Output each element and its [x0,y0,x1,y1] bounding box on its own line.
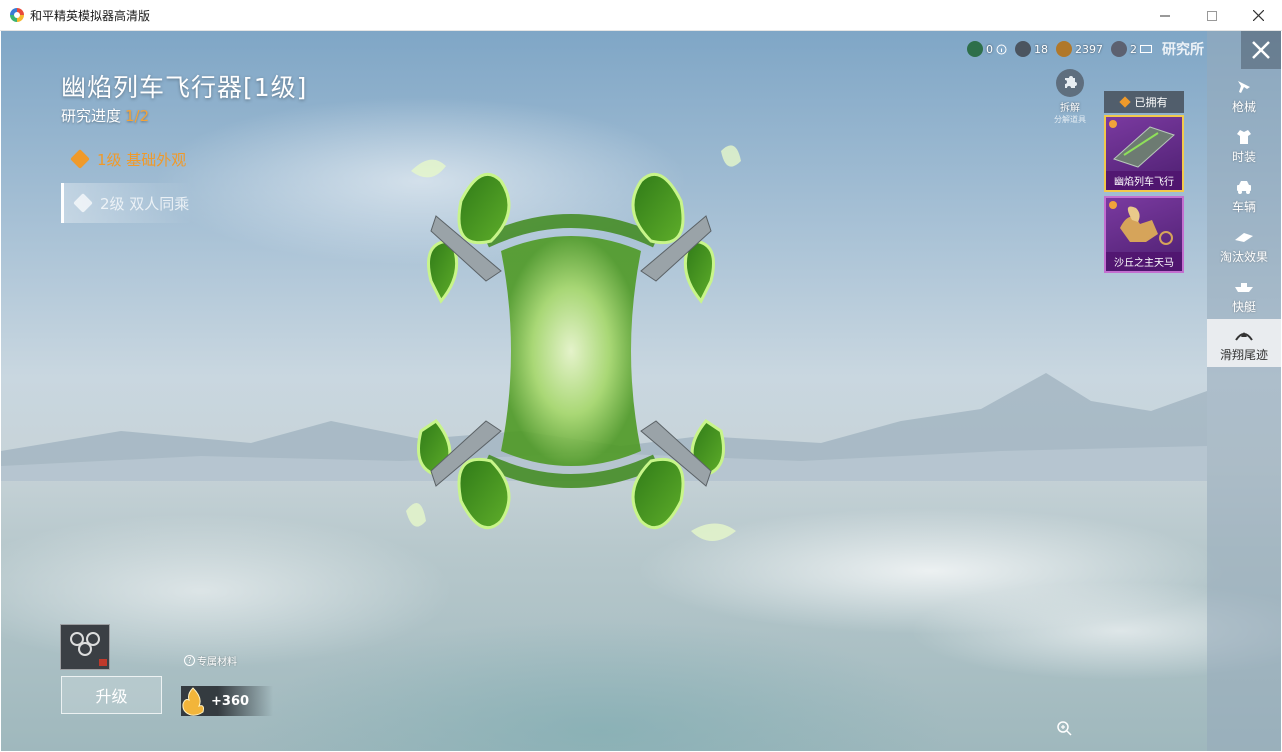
tier-badge-icon [967,41,983,57]
window-close-button[interactable] [1235,0,1282,31]
material-label-text: 专属材料 [197,657,237,668]
sidebar-item-label: 枪械 [1231,100,1256,114]
sidebar-item-elimination-effects[interactable]: 淘汰效果 [1207,221,1281,269]
level-2-label: 2级 双人同乘 [100,194,190,213]
quality-badge-icon [1109,201,1117,209]
sidebar-item-speedboats[interactable]: 快艇 [1207,271,1281,319]
research-progress-label: 研究进度 [61,107,122,125]
decompose-label: 拆解 [1060,103,1080,114]
research-progress: 研究进度 1/2 [61,105,149,126]
exclusive-material-label[interactable]: ? 专属材料 [184,653,237,668]
material-count: +360 [181,686,273,716]
owned-header: 已拥有 [1104,91,1184,113]
diamond-icon [73,193,93,213]
level-1-label: 1级 基础外观 [97,150,187,169]
currency-ticket-value: 2 [1130,42,1137,56]
sidebar-item-guns[interactable]: 枪械 [1207,71,1281,119]
close-icon [1253,10,1264,21]
decompose-sub: 分解道具 [1054,115,1086,124]
window-titlebar: 和平精英模拟器高清版 [0,0,1282,31]
research-lab-label[interactable]: 研究所 [1162,39,1204,59]
flame-material-icon [182,687,204,716]
owned-item-label: 沙丘之主天马 [1106,252,1182,271]
sidebar-item-label: 时装 [1231,150,1256,164]
info-icon[interactable] [996,44,1007,55]
gun-icon [1238,81,1250,93]
owned-item-card[interactable]: 幽焰列车飞行 [1104,115,1184,192]
item-thumbnail[interactable] [60,624,110,670]
currency-emblem-value: 18 [1034,42,1048,56]
research-progress-value: 1/2 [125,107,150,125]
close-button[interactable] [1241,31,1281,69]
game-viewport: 幽焰列车飞行器[1级] 研究进度 1/2 1级 基础外观 2级 双人同乘 0 18… [1,31,1281,751]
level-1-tab[interactable]: 1级 基础外观 [61,139,193,179]
app-logo-icon [10,8,24,22]
minimize-icon [1159,15,1170,16]
material-value: +360 [211,693,250,709]
glider-trail-model [406,145,741,541]
currency-coin-value: 2397 [1075,42,1103,56]
sidebar-item-label: 快艇 [1231,300,1256,314]
glider-thumbnail-icon [70,632,107,666]
speedboat-icon [1235,283,1253,292]
puzzle-icon [1056,69,1084,97]
currency-tier: 0 [967,41,1007,57]
currency-emblem: 18 [1015,41,1048,57]
maximize-icon [1206,10,1217,21]
ticket-icon [1111,41,1127,57]
sidebar-item-outfits[interactable]: 时装 [1207,121,1281,169]
sidebar-item-label: 滑翔尾迹 [1219,348,1268,362]
owned-item-label: 幽焰列车飞行 [1106,171,1182,190]
glider-trail-icon [1235,332,1253,341]
currency-bar: 0 18 2397 2 研究所 [967,39,1204,59]
pegasus-thumbnail-icon [1120,206,1173,245]
zoom-icon[interactable] [1056,720,1072,736]
window-controls [1141,0,1282,31]
elimination-effect-icon [1235,233,1253,242]
currency-tier-value: 0 [986,42,993,56]
sidebar-item-vehicles[interactable]: 车辆 [1207,171,1281,219]
outfit-icon [1237,130,1251,144]
sidebar-item-label: 车辆 [1231,200,1256,214]
maximize-button[interactable] [1188,0,1235,31]
sidebar-item-label: 淘汰效果 [1219,250,1268,264]
upgrade-button[interactable]: 升级 [61,676,162,714]
coin-icon [1056,41,1072,57]
owned-header-label: 已拥有 [1134,96,1168,109]
close-icon [1252,41,1270,59]
train-glider-thumbnail-icon [1113,126,1175,168]
quality-badge-icon [1109,120,1117,128]
diamond-icon [1118,96,1131,108]
minimize-button[interactable] [1141,0,1188,31]
sidebar-item-glider-trails[interactable]: 滑翔尾迹 [1207,319,1281,367]
item-title: 幽焰列车飞行器[1级] [61,73,308,102]
currency-coin: 2397 [1056,41,1103,57]
owned-item-card[interactable]: 沙丘之主天马 [1104,196,1184,273]
window-title: 和平精英模拟器高清版 [30,8,151,23]
car-icon [1237,181,1251,194]
ticket-small-icon [1140,45,1152,53]
currency-ticket: 2 [1111,41,1152,57]
help-icon: ? [184,655,195,666]
level-2-tab[interactable]: 2级 双人同乘 [61,183,193,223]
decompose-button[interactable]: 拆解 分解道具 [1047,69,1093,125]
emblem-icon [1015,41,1031,57]
diamond-icon [70,149,90,169]
